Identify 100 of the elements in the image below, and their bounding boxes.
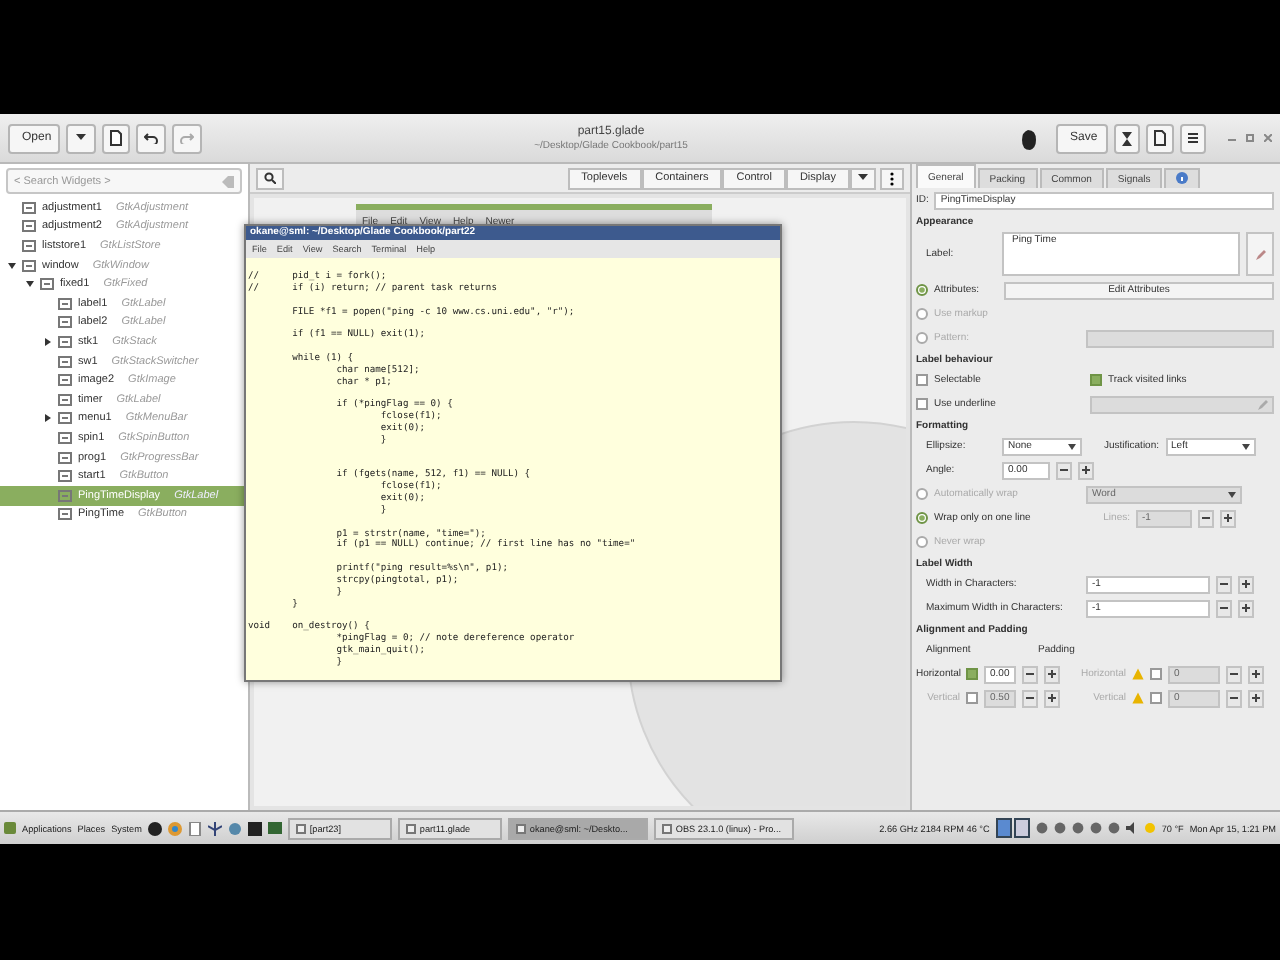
menu-button[interactable] bbox=[1180, 123, 1206, 153]
dropdown-button[interactable] bbox=[66, 123, 96, 153]
plus-icon bbox=[1082, 466, 1090, 474]
link-field[interactable] bbox=[1090, 395, 1274, 413]
widget-icon bbox=[58, 489, 72, 502]
terminal-icon[interactable] bbox=[247, 821, 262, 835]
minus-icon bbox=[1026, 670, 1034, 678]
checkbox[interactable] bbox=[966, 668, 978, 680]
decrement-button[interactable] bbox=[1198, 509, 1214, 527]
increment-button[interactable] bbox=[1238, 575, 1254, 593]
minus-icon bbox=[1026, 694, 1034, 702]
plus-icon bbox=[1242, 604, 1250, 612]
decrement-button[interactable] bbox=[1022, 665, 1038, 683]
document-button[interactable] bbox=[1146, 123, 1174, 153]
widget-icon bbox=[58, 393, 72, 406]
search-button[interactable] bbox=[256, 167, 284, 189]
window-icon bbox=[295, 823, 306, 833]
widget-icon bbox=[58, 431, 72, 444]
document-icon bbox=[1154, 130, 1166, 146]
hourglass-button[interactable] bbox=[1114, 123, 1140, 153]
increment-button[interactable] bbox=[1248, 689, 1264, 707]
caret-icon bbox=[858, 174, 868, 182]
minus-icon bbox=[1060, 466, 1068, 474]
widget-icon bbox=[58, 355, 72, 368]
widget-icon bbox=[40, 278, 54, 291]
window-icon bbox=[661, 823, 672, 833]
pattern-field[interactable] bbox=[1086, 329, 1274, 347]
radio-button[interactable] bbox=[916, 332, 928, 344]
pencil-icon bbox=[1258, 399, 1268, 409]
radio-button[interactable] bbox=[916, 512, 928, 524]
widget-icon bbox=[22, 259, 36, 272]
minus-icon bbox=[1230, 670, 1238, 678]
expander-icon[interactable] bbox=[43, 337, 51, 346]
decrement-button[interactable] bbox=[1022, 689, 1038, 707]
increment-button[interactable] bbox=[1044, 665, 1060, 683]
more-button[interactable] bbox=[880, 167, 904, 189]
minus-icon bbox=[1220, 580, 1228, 588]
decrement-button[interactable] bbox=[1216, 599, 1232, 617]
decrement-button[interactable] bbox=[1056, 461, 1072, 479]
document-icon bbox=[110, 130, 122, 146]
widget-icon bbox=[58, 470, 72, 483]
maximize-icon[interactable] bbox=[1246, 134, 1254, 142]
increment-button[interactable] bbox=[1220, 509, 1236, 527]
widget-icon bbox=[58, 374, 72, 387]
checkbox[interactable] bbox=[916, 398, 928, 410]
pencil-icon bbox=[1255, 249, 1265, 259]
widget-icon bbox=[58, 412, 72, 425]
increment-button[interactable] bbox=[1044, 689, 1060, 707]
apps-icon bbox=[4, 822, 16, 834]
decrement-button[interactable] bbox=[1226, 665, 1242, 683]
plus-icon bbox=[1242, 580, 1250, 588]
minus-icon bbox=[1202, 514, 1210, 522]
widget-icon bbox=[58, 316, 72, 329]
widget-icon bbox=[22, 239, 36, 252]
plus-icon bbox=[1252, 694, 1260, 702]
increment-button[interactable] bbox=[1248, 665, 1264, 683]
widget-icon bbox=[58, 508, 72, 521]
window-icon bbox=[515, 823, 526, 833]
checkbox[interactable] bbox=[916, 374, 928, 386]
volume-icon[interactable] bbox=[1125, 822, 1138, 834]
plus-icon bbox=[1048, 670, 1056, 678]
text-editor-icon[interactable] bbox=[187, 821, 202, 835]
decrement-button[interactable] bbox=[1226, 689, 1242, 707]
dropdown-button[interactable] bbox=[850, 167, 876, 189]
increment-button[interactable] bbox=[1238, 599, 1254, 617]
close-icon[interactable] bbox=[1264, 134, 1272, 142]
expander-icon[interactable] bbox=[43, 414, 51, 423]
search-icon bbox=[264, 172, 276, 184]
widget-icon bbox=[22, 201, 36, 214]
widget-icon bbox=[22, 220, 36, 233]
info-icon bbox=[1176, 171, 1189, 183]
minus-icon bbox=[1220, 604, 1228, 612]
window-icon bbox=[405, 823, 416, 833]
widget-icon bbox=[58, 451, 72, 464]
decrement-button[interactable] bbox=[1216, 575, 1232, 593]
menu-icon bbox=[1188, 132, 1198, 144]
checkbox[interactable] bbox=[966, 692, 978, 704]
info-tab[interactable] bbox=[1164, 168, 1201, 188]
widget-icon bbox=[58, 297, 72, 310]
increment-button[interactable] bbox=[1078, 461, 1094, 479]
caret-icon bbox=[76, 134, 86, 142]
radio-button[interactable] bbox=[916, 308, 928, 320]
new-document-button[interactable] bbox=[102, 123, 130, 153]
plus-icon bbox=[1048, 694, 1056, 702]
widget-icon bbox=[58, 335, 72, 348]
checkbox[interactable] bbox=[1090, 374, 1102, 386]
radio-button[interactable] bbox=[916, 488, 928, 500]
workspace-switcher[interactable] bbox=[995, 818, 1030, 838]
caret-icon bbox=[1241, 443, 1250, 449]
checkbox[interactable] bbox=[1150, 668, 1162, 680]
checkbox[interactable] bbox=[1150, 692, 1162, 704]
minimize-icon[interactable] bbox=[1228, 134, 1236, 142]
undo-button[interactable] bbox=[136, 123, 166, 153]
redo-icon bbox=[180, 132, 194, 144]
plus-icon bbox=[1252, 670, 1260, 678]
radio-button[interactable] bbox=[916, 284, 928, 296]
expander-icon[interactable] bbox=[25, 280, 33, 289]
expander-icon[interactable] bbox=[7, 261, 15, 270]
plus-icon bbox=[1224, 514, 1232, 522]
radio-button[interactable] bbox=[916, 536, 928, 548]
